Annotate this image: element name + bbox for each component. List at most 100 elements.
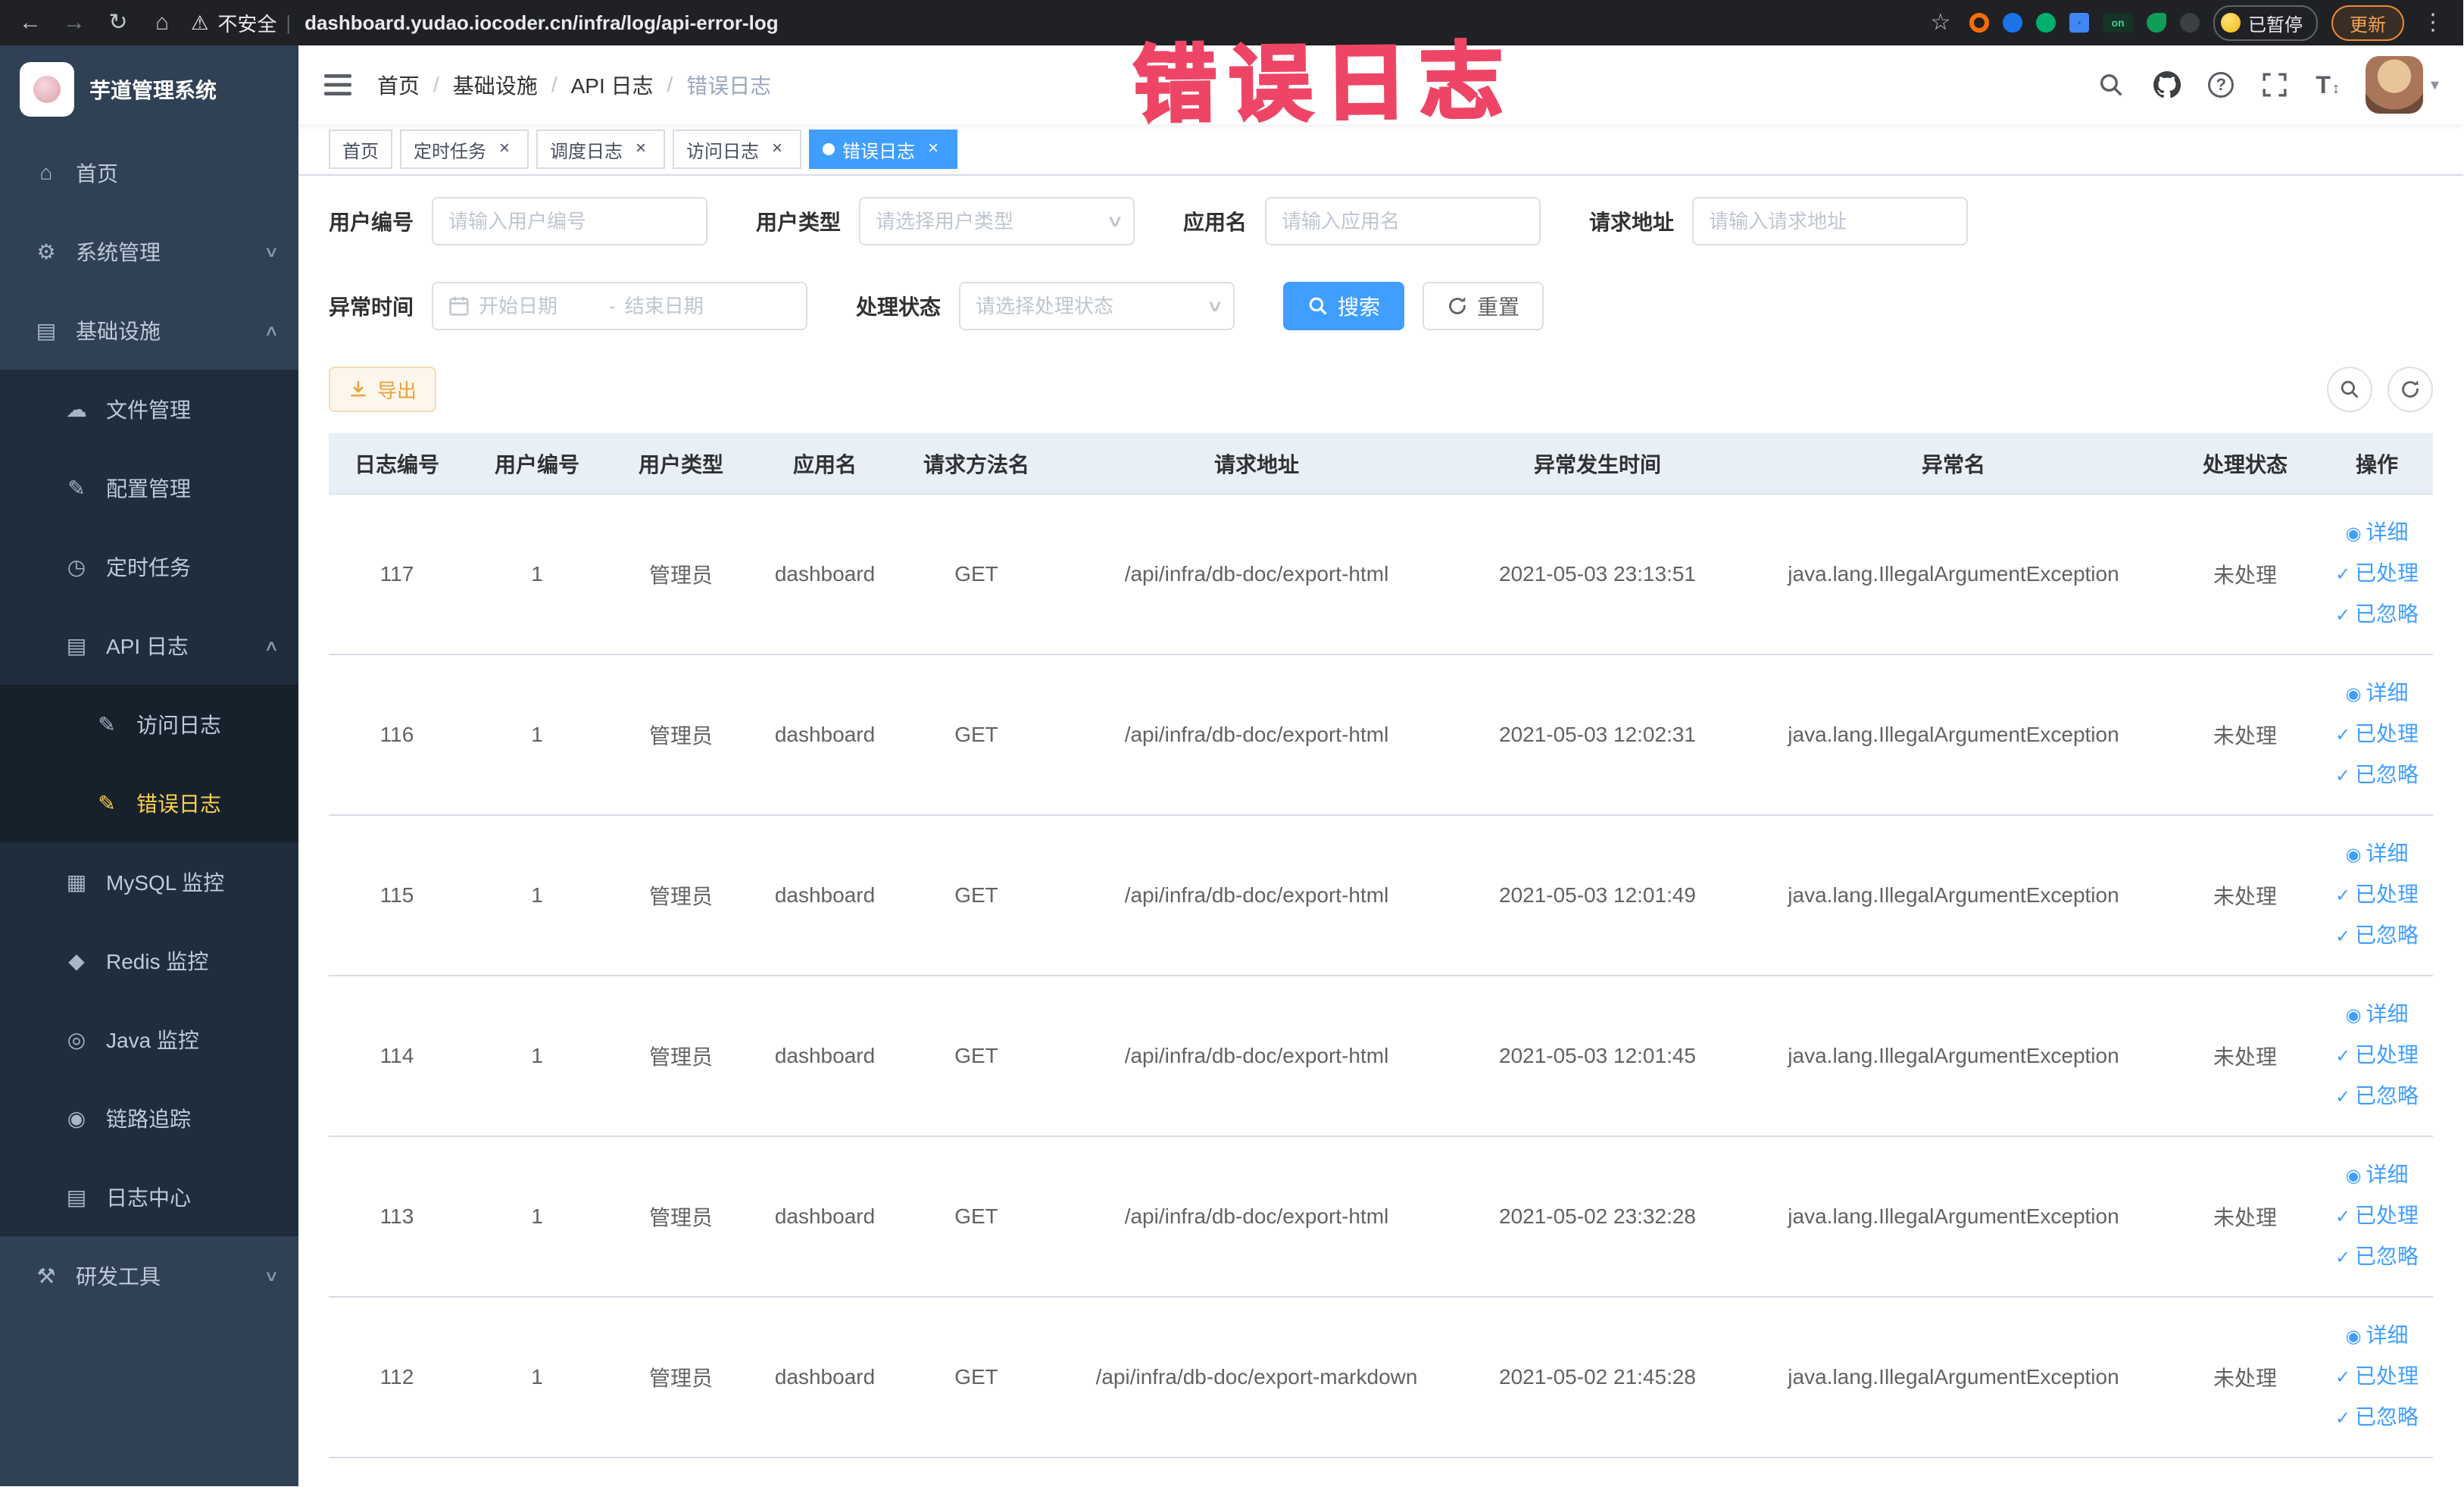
- sidebar-item-redis-monitor[interactable]: ◆ Redis 监控: [0, 921, 298, 1000]
- user-menu[interactable]: ▾: [2365, 56, 2439, 114]
- fullscreen-icon[interactable]: [2259, 70, 2290, 100]
- bookmark-star-icon[interactable]: ☆: [1925, 0, 1956, 45]
- reload-icon[interactable]: ↻: [103, 0, 133, 45]
- ignored-link[interactable]: ✓ 已忽略: [2330, 755, 2424, 796]
- forward-icon[interactable]: →: [59, 0, 89, 45]
- kebab-menu-icon[interactable]: ⋮: [2418, 0, 2448, 45]
- sidebar-item-home[interactable]: ⌂ 首页: [0, 133, 298, 212]
- cell-actions: ◉ 详细 ✓ 已处理 ✓ 已忽略: [2321, 815, 2433, 976]
- sidebar-item-access-log[interactable]: ✎ 访问日志: [0, 685, 298, 764]
- cell-time: 2021-05-03 12:02:31: [1457, 654, 1738, 816]
- security-indicator[interactable]: ⚠ 不安全 |: [191, 9, 291, 37]
- toggle-search-button[interactable]: [2327, 367, 2372, 412]
- request-url-input[interactable]: [1709, 209, 1952, 233]
- hamburger-icon[interactable]: [323, 70, 353, 100]
- process-status-select[interactable]: ∨: [959, 282, 1235, 330]
- sidebar-item-file-manage[interactable]: ☁ 文件管理: [0, 370, 298, 448]
- tab-scheduled-task[interactable]: 定时任务 ×: [400, 130, 529, 169]
- extension-icon[interactable]: [1969, 13, 1989, 33]
- ignored-link[interactable]: ✓ 已忽略: [2330, 595, 2424, 636]
- sidebar-item-mysql-monitor[interactable]: ▦ MySQL 监控: [0, 842, 298, 921]
- tab-error-log[interactable]: 错误日志 ×: [809, 130, 957, 169]
- cell-method: GET: [897, 1297, 1056, 1458]
- end-date-input[interactable]: [624, 294, 746, 318]
- back-icon[interactable]: ←: [15, 0, 45, 45]
- processed-link[interactable]: ✓ 已处理: [2330, 875, 2424, 916]
- tab-close-icon[interactable]: ×: [494, 139, 515, 160]
- reset-button[interactable]: 重置: [1422, 282, 1544, 330]
- breadcrumb-item[interactable]: API 日志: [571, 70, 654, 100]
- detail-link[interactable]: ◉ 详细: [2330, 513, 2424, 554]
- home-icon[interactable]: ⌂: [147, 0, 177, 45]
- processed-link[interactable]: ✓ 已处理: [2330, 1036, 2424, 1076]
- tab-close-icon[interactable]: ×: [767, 139, 788, 160]
- sidebar-item-infra[interactable]: ▤ 基础设施 ∧: [0, 291, 298, 370]
- sidebar-item-error-log[interactable]: ✎ 错误日志: [0, 764, 298, 842]
- sidebar-item-scheduled-task[interactable]: ◷ 定时任务: [0, 527, 298, 606]
- detail-link[interactable]: ◉ 详细: [2330, 1316, 2424, 1357]
- tab-close-icon[interactable]: ×: [923, 139, 944, 160]
- sidebar-item-dev-tools[interactable]: ⚒ 研发工具 ∨: [0, 1236, 298, 1315]
- detail-label: 详细: [2366, 1323, 2409, 1347]
- address-bar[interactable]: dashboard.yudao.iocoder.cn/infra/log/api…: [304, 11, 1912, 35]
- user-type-select[interactable]: ∨: [859, 197, 1135, 245]
- export-button[interactable]: 导出: [329, 367, 437, 412]
- ignored-link[interactable]: ✓ 已忽略: [2330, 1237, 2424, 1278]
- update-button[interactable]: 更新: [2331, 5, 2404, 41]
- export-button-label: 导出: [377, 379, 417, 402]
- refresh-table-button[interactable]: [2387, 367, 2433, 412]
- process-status-select-input[interactable]: [976, 294, 1198, 318]
- ignored-link[interactable]: ✓ 已忽略: [2330, 1076, 2424, 1117]
- tab-access-log[interactable]: 访问日志 ×: [673, 130, 801, 169]
- search-icon[interactable]: [2096, 70, 2126, 100]
- breadcrumb-item[interactable]: 基础设施: [453, 70, 538, 100]
- extension-icon[interactable]: [2147, 13, 2166, 33]
- sidebar-item-label: 文件管理: [106, 398, 192, 422]
- extension-icon[interactable]: [2069, 13, 2089, 33]
- search-button[interactable]: 搜索: [1283, 282, 1405, 330]
- app-logo[interactable]: 芋道管理系统: [0, 45, 298, 133]
- breadcrumb-item[interactable]: 首页: [377, 70, 420, 100]
- processed-link[interactable]: ✓ 已处理: [2330, 554, 2424, 595]
- sidebar-item-java-monitor[interactable]: ◎ Java 监控: [0, 1000, 298, 1079]
- font-size-icon[interactable]: T ↕: [2316, 71, 2340, 99]
- tab-close-icon[interactable]: ×: [630, 139, 651, 160]
- ignored-link[interactable]: ✓ 已忽略: [2330, 916, 2424, 957]
- paused-badge[interactable]: 已暂停: [2213, 5, 2318, 41]
- extension-icon[interactable]: [2036, 13, 2056, 33]
- start-date-input[interactable]: [479, 294, 601, 318]
- table-toolbar: 导出: [329, 367, 2433, 412]
- sidebar-item-system[interactable]: ⚙ 系统管理 ∨: [0, 212, 298, 291]
- detail-link[interactable]: ◉ 详细: [2330, 673, 2424, 714]
- ignored-link[interactable]: ✓ 已忽略: [2330, 1398, 2424, 1439]
- detail-label: 详细: [2366, 842, 2409, 865]
- detail-link[interactable]: ◉ 详细: [2330, 834, 2424, 875]
- tab-schedule-log[interactable]: 调度日志 ×: [536, 130, 665, 169]
- col-actions: 操作: [2321, 433, 2433, 495]
- extension-icon[interactable]: [2180, 13, 2200, 33]
- processed-link[interactable]: ✓ 已处理: [2330, 714, 2424, 755]
- app-name-input[interactable]: [1282, 209, 1525, 233]
- cell-url: /api/infra/db-doc/export-html: [1056, 654, 1457, 816]
- detail-link[interactable]: ◉ 详细: [2330, 995, 2424, 1036]
- col-url: 请求地址: [1056, 433, 1457, 495]
- sidebar-item-trace[interactable]: ◉ 链路追踪: [0, 1079, 298, 1157]
- processed-link[interactable]: ✓ 已处理: [2330, 1196, 2424, 1237]
- sidebar-item-api-log[interactable]: ▤ API 日志 ∧: [0, 606, 298, 685]
- processed-label: 已处理: [2355, 1043, 2419, 1067]
- sidebar-item-log-center[interactable]: ▤ 日志中心: [0, 1157, 298, 1236]
- tab-home[interactable]: 首页: [329, 130, 392, 169]
- extension-icon[interactable]: [2003, 13, 2022, 33]
- user-type-select-input[interactable]: [876, 209, 1098, 233]
- date-range-picker[interactable]: -: [432, 282, 808, 330]
- sidebar-item-config-manage[interactable]: ✎ 配置管理: [0, 448, 298, 527]
- cell-time: 2021-05-02 21:45:28: [1457, 1297, 1738, 1458]
- infra-icon: ▤: [36, 318, 57, 342]
- help-icon[interactable]: ?: [2208, 72, 2234, 98]
- github-icon[interactable]: [2152, 70, 2182, 100]
- processed-link[interactable]: ✓ 已处理: [2330, 1357, 2424, 1398]
- cell-actions: ◉ 详细 ✓ 已处理 ✓ 已忽略: [2321, 494, 2433, 655]
- detail-link[interactable]: ◉ 详细: [2330, 1155, 2424, 1196]
- extension-on-icon[interactable]: on: [2103, 13, 2133, 33]
- user-id-input[interactable]: [448, 209, 692, 233]
